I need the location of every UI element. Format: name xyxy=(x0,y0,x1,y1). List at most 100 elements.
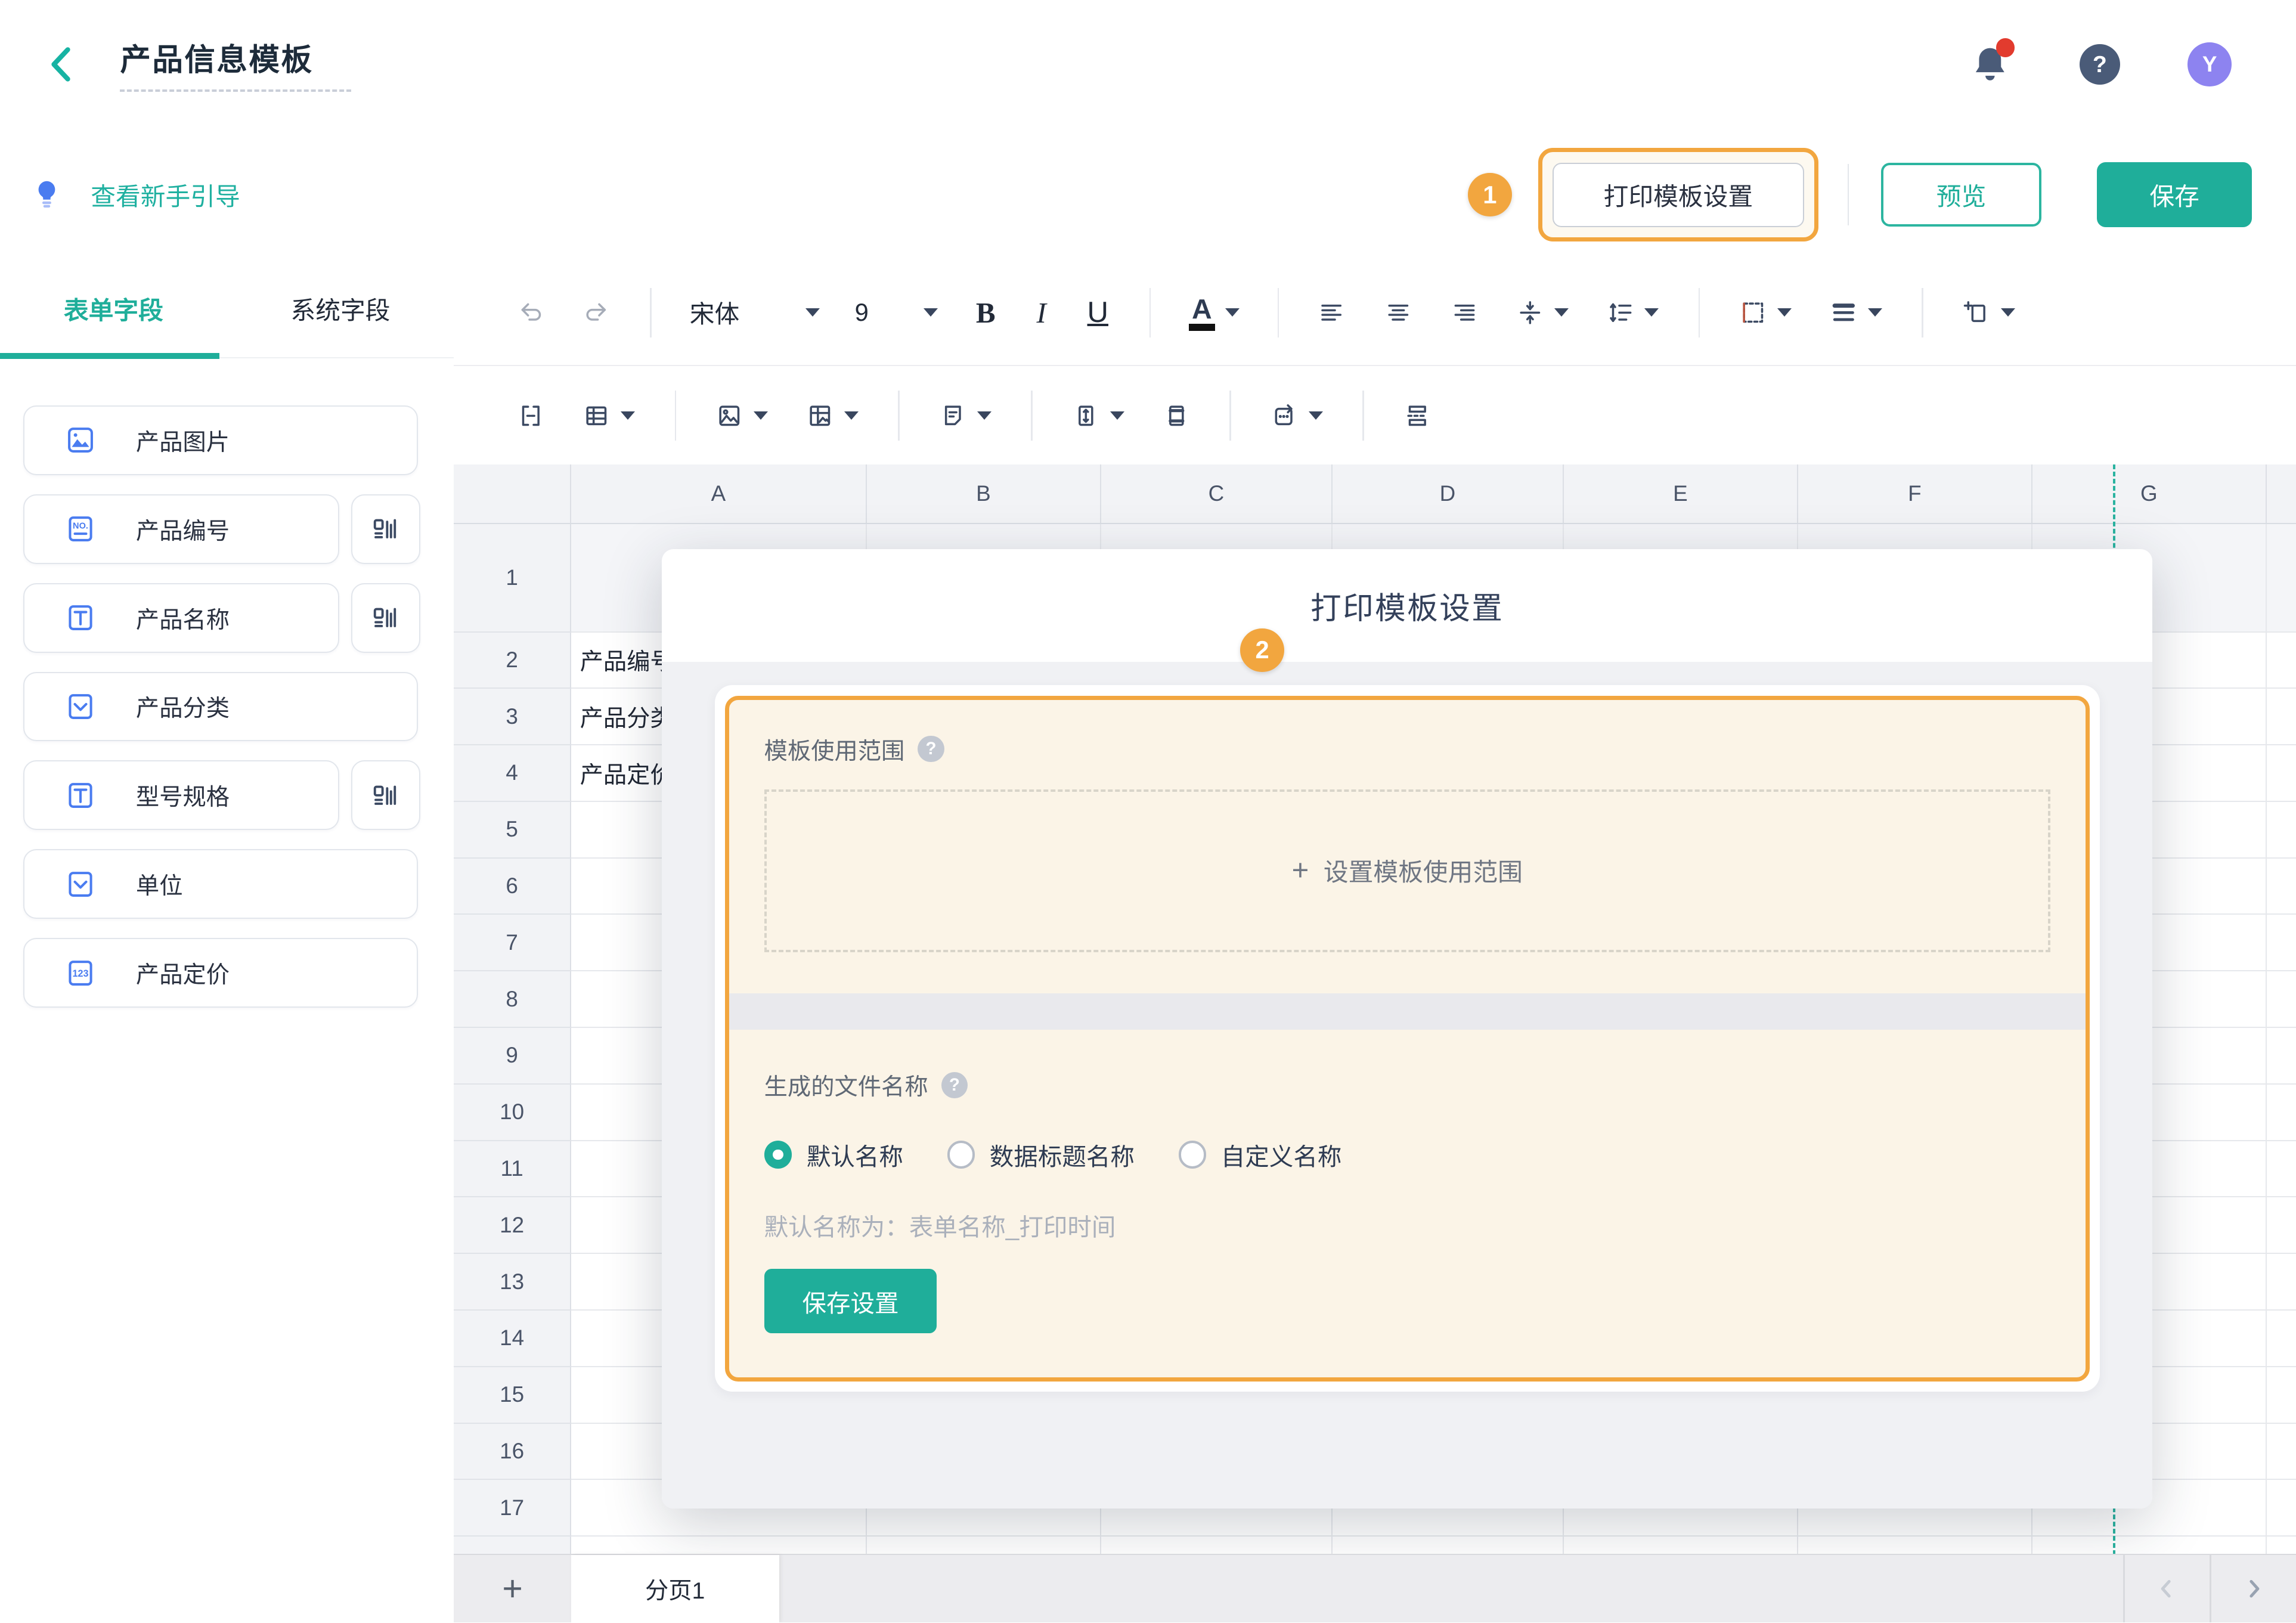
grid-cell-E18[interactable] xyxy=(1564,1537,1798,1555)
row-header-2[interactable]: 2 xyxy=(454,633,571,689)
fill-lines-icon[interactable] xyxy=(1830,299,1882,327)
chevron-left-icon xyxy=(2152,1574,2182,1603)
row-header-14[interactable]: 14 xyxy=(454,1311,571,1367)
frame-icon[interactable] xyxy=(1163,402,1191,430)
row-header-1[interactable]: 1 xyxy=(454,524,571,633)
tab-system-fields[interactable]: 系统字段 xyxy=(227,261,454,357)
tab-form-fields[interactable]: 表单字段 xyxy=(0,261,227,357)
font-color-icon[interactable]: A xyxy=(1189,295,1240,331)
field-action-button[interactable] xyxy=(351,494,421,564)
vertical-align-icon[interactable] xyxy=(1516,299,1569,327)
page-break-icon[interactable] xyxy=(1403,402,1431,430)
row-header-10[interactable]: 10 xyxy=(454,1085,571,1141)
newbie-guide-link[interactable]: 查看新手引导 xyxy=(29,177,240,213)
borders-icon[interactable] xyxy=(1739,299,1792,327)
field-pill[interactable]: 产品名称 xyxy=(23,583,339,653)
image-grid-icon[interactable] xyxy=(806,402,859,430)
field-action-button[interactable] xyxy=(351,760,421,830)
insert-image-icon[interactable] xyxy=(715,402,768,430)
avatar[interactable]: Y xyxy=(2187,42,2232,86)
align-right-icon[interactable] xyxy=(1450,299,1478,327)
column-header-C[interactable]: C xyxy=(1101,464,1333,523)
merge-cells-icon[interactable] xyxy=(517,402,545,430)
grid-cell-B18[interactable] xyxy=(867,1537,1101,1555)
corner-cell[interactable] xyxy=(454,464,571,523)
underline-icon[interactable]: U xyxy=(1087,296,1108,329)
column-header-F[interactable]: F xyxy=(1798,464,2032,523)
grid-cell-A18[interactable] xyxy=(571,1537,867,1555)
undo-icon[interactable] xyxy=(517,299,545,327)
field-pill[interactable]: 单位 xyxy=(23,849,418,919)
sheet-next-button[interactable] xyxy=(2211,1555,2296,1622)
row-header-12[interactable]: 12 xyxy=(454,1197,571,1254)
row-header-13[interactable]: 13 xyxy=(454,1254,571,1311)
select-field-icon xyxy=(64,868,97,900)
preview-button[interactable]: 预览 xyxy=(1881,163,2041,227)
italic-icon[interactable]: I xyxy=(1036,296,1046,330)
note-icon[interactable] xyxy=(939,402,991,430)
grid-cell-F18[interactable] xyxy=(1798,1537,2032,1555)
grid-cell-D18[interactable] xyxy=(1333,1537,1564,1555)
add-sheet-button[interactable]: + xyxy=(454,1555,571,1622)
save-button[interactable]: 保存 xyxy=(2097,162,2252,227)
row-header-4[interactable]: 4 xyxy=(454,745,571,802)
page-rotate-icon[interactable] xyxy=(1271,402,1323,430)
notification-bell-icon[interactable] xyxy=(1968,42,2012,86)
back-button[interactable] xyxy=(44,45,82,83)
insert-cell-icon[interactable] xyxy=(1963,299,2015,327)
row-height-icon[interactable] xyxy=(1072,402,1124,430)
filename-help-icon[interactable]: ? xyxy=(941,1072,968,1098)
save-settings-button[interactable]: 保存设置 xyxy=(764,1269,937,1333)
help-icon[interactable]: ? xyxy=(2080,44,2121,85)
column-header-A[interactable]: A xyxy=(571,464,867,523)
table-icon[interactable] xyxy=(582,402,635,430)
field-pill[interactable]: 123产品定价 xyxy=(23,938,418,1008)
line-spacing-icon[interactable] xyxy=(1607,299,1659,327)
row-header-8[interactable]: 8 xyxy=(454,971,571,1028)
row-header-11[interactable]: 11 xyxy=(454,1141,571,1198)
set-scope-label: 设置模板使用范围 xyxy=(1324,853,1523,888)
field-label: 单位 xyxy=(136,867,183,901)
grid-cell-G18[interactable] xyxy=(2032,1537,2267,1555)
font-size-select[interactable]: 9 xyxy=(855,298,938,327)
align-left-icon[interactable] xyxy=(1318,299,1346,327)
set-template-scope-button[interactable]: +设置模板使用范围 xyxy=(764,789,2050,952)
field-pill[interactable]: 产品分类 xyxy=(23,672,418,742)
radio-unselected-icon xyxy=(1179,1141,1207,1169)
grid-cell-partial xyxy=(2267,1254,2296,1311)
row-header-3[interactable]: 3 xyxy=(454,689,571,745)
grid-cell-C18[interactable] xyxy=(1101,1537,1333,1555)
row-header-18[interactable]: 18 xyxy=(454,1537,571,1555)
row-header-17[interactable]: 17 xyxy=(454,1480,571,1537)
field-pill[interactable]: 产品图片 xyxy=(23,405,418,475)
radio-默认名称[interactable]: 默认名称 xyxy=(764,1137,903,1172)
field-pill[interactable]: NO.产品编号 xyxy=(23,494,339,564)
column-header-G[interactable]: G xyxy=(2032,464,2267,523)
column-header-B[interactable]: B xyxy=(867,464,1101,523)
row-header-5[interactable]: 5 xyxy=(454,802,571,859)
sheet-tab[interactable]: 分页1 xyxy=(571,1555,779,1622)
sidebar-tabs: 表单字段 系统字段 xyxy=(0,261,454,358)
row-header-16[interactable]: 16 xyxy=(454,1424,571,1480)
row-header-9[interactable]: 9 xyxy=(454,1028,571,1085)
radio-数据标题名称[interactable]: 数据标题名称 xyxy=(947,1137,1135,1172)
field-pill[interactable]: 型号规格 xyxy=(23,760,339,830)
row-header-15[interactable]: 15 xyxy=(454,1367,571,1424)
column-header-D[interactable]: D xyxy=(1333,464,1564,523)
default-name-hint: 默认名称为：表单名称_打印时间 xyxy=(764,1207,2050,1243)
bold-icon[interactable]: B xyxy=(976,296,996,330)
font-family-select[interactable]: 宋体 xyxy=(690,295,820,330)
font-family-value: 宋体 xyxy=(690,295,795,330)
row-header-6[interactable]: 6 xyxy=(454,859,571,915)
row-header-7[interactable]: 7 xyxy=(454,915,571,971)
scope-help-icon[interactable]: ? xyxy=(918,736,944,762)
field-action-button[interactable] xyxy=(351,583,421,653)
sheet-prev-button[interactable] xyxy=(2125,1555,2210,1622)
text-field-icon xyxy=(64,602,97,634)
redo-icon[interactable] xyxy=(582,299,611,327)
align-center-icon[interactable] xyxy=(1384,299,1412,327)
print-template-settings-button[interactable]: 打印模板设置 xyxy=(1553,163,1804,227)
dialog-header: 打印模板设置 2 xyxy=(662,549,2152,663)
column-header-E[interactable]: E xyxy=(1564,464,1798,523)
radio-自定义名称[interactable]: 自定义名称 xyxy=(1179,1137,1342,1172)
